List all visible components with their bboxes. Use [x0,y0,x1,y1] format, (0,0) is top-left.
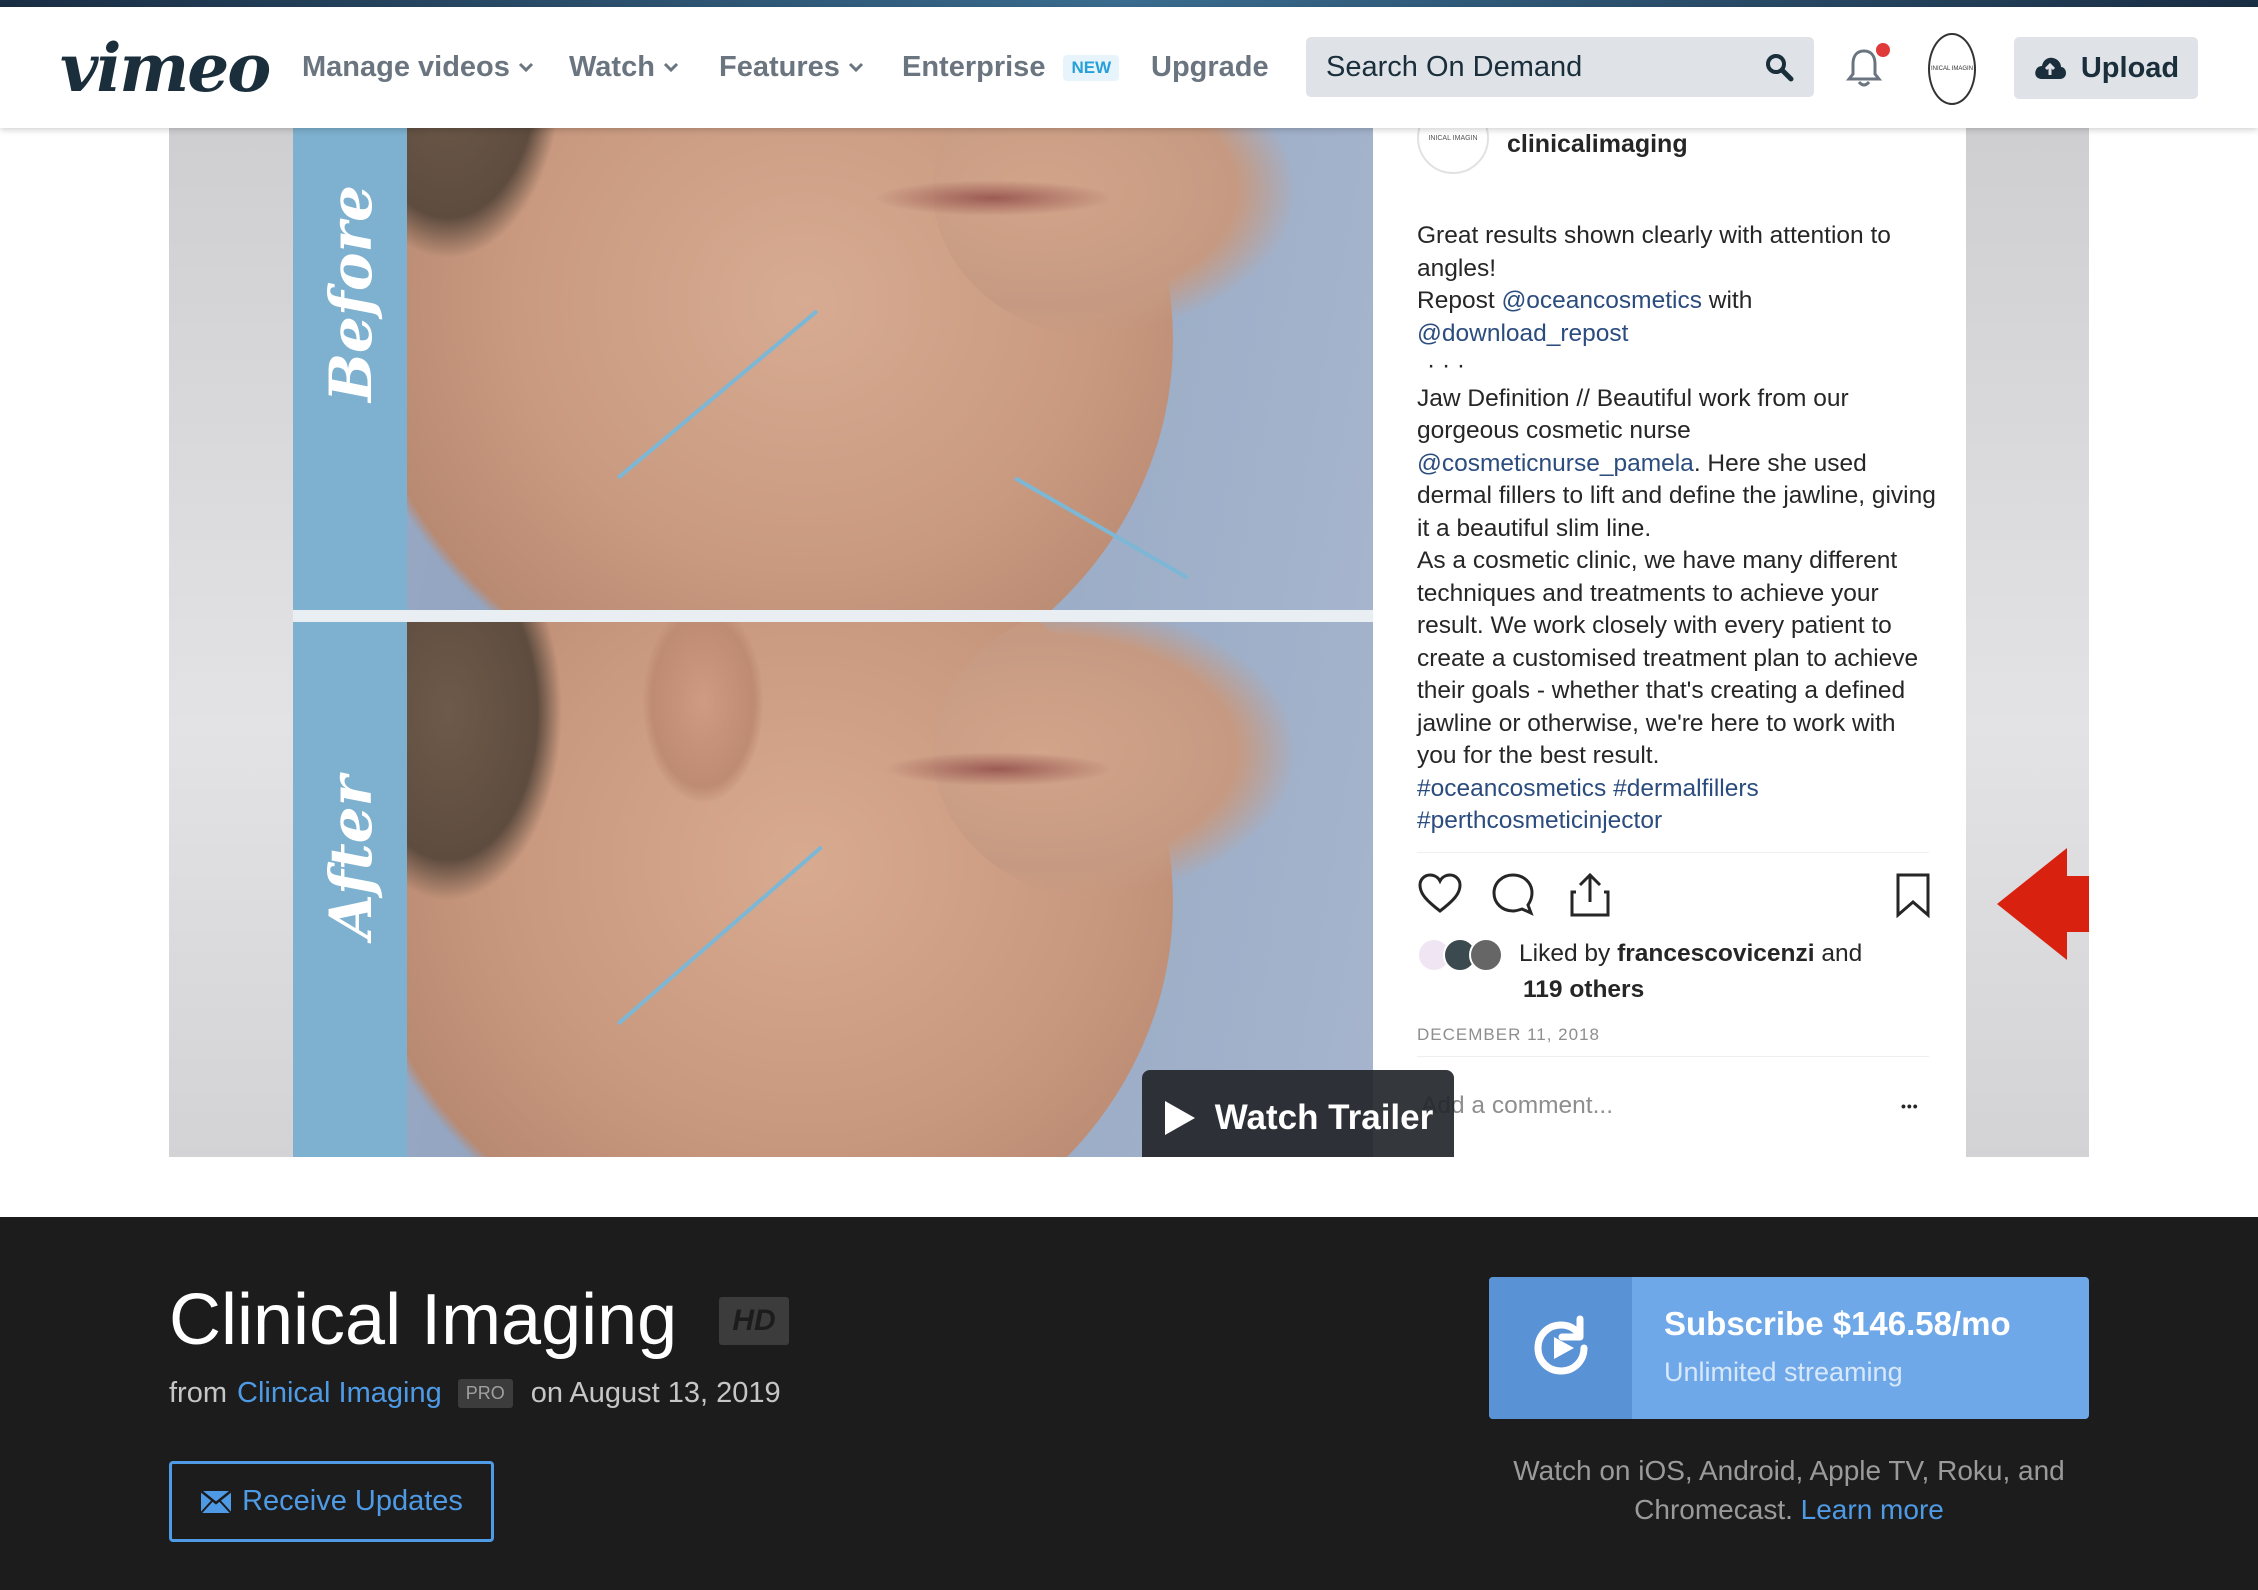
top-accent-stripe [0,0,2258,7]
upload-date: on August 13, 2019 [530,1377,781,1409]
red-arrow-annotation [1997,848,2089,960]
nav-label: Upgrade [1151,51,1269,83]
watch-trailer-button[interactable]: Watch Trailer [1142,1070,1454,1157]
new-badge: NEW [1063,54,1120,81]
avatar-text: INICAL IMAGIN [1930,66,1974,72]
mention-link[interactable]: @download_repost [1417,320,1628,347]
post-divider [1417,852,1929,853]
hd-badge: HD [719,1297,789,1345]
post-actions [1417,872,1931,922]
hashtag-links[interactable]: #oceancosmetics #dermalfillers #perthcos… [1417,773,1797,838]
nav-label: Enterprise [902,51,1046,83]
byline: from Clinical Imaging PRO on August 13, … [169,1377,781,1410]
search-input[interactable] [1326,50,1726,84]
post-date: DECEMBER 11, 2018 [1417,1025,1600,1044]
subscribe-texts: Subscribe $146.58/mo Unlimited streaming [1632,1277,2043,1419]
likes-text: Liked by francescovicenzi and 119 others [1519,936,1939,1008]
subscribe-icon-box [1489,1277,1632,1419]
nav-features[interactable]: Features [719,51,864,84]
receive-updates-button[interactable]: Receive Updates [169,1461,494,1542]
video-player[interactable]: Before After INICAL IMAGIN clinicalimagi… [169,80,2089,1157]
after-strip: After [293,622,407,1157]
nav-manage-videos[interactable]: Manage videos [302,51,534,84]
caption-paragraph: Jaw Definition // Beautiful work from ou… [1417,383,1937,546]
video-title: Clinical Imaging [169,1280,678,1360]
post-username[interactable]: clinicalimaging [1507,130,1688,159]
nav-label: Manage videos [302,51,510,83]
play-icon [1164,1101,1195,1135]
liker-avatar[interactable] [1469,938,1503,972]
share-icon[interactable] [1569,872,1611,918]
search-icon[interactable] [1764,52,1794,82]
caption-line: Great results shown clearly with attenti… [1417,222,1891,282]
liked-prefix: Liked by [1519,940,1618,967]
nav-label: Watch [569,51,655,83]
mention-link[interactable]: @cosmeticnurse_pamela [1417,450,1694,477]
subscribe-button[interactable]: Subscribe $146.58/mo Unlimited streaming [1489,1277,2089,1419]
byline-from: from [169,1377,227,1409]
post-caption: Great results shown clearly with attenti… [1417,220,1937,838]
caption-repost: Repost @oceancosmetics with [1417,285,1937,318]
heart-icon[interactable] [1417,872,1463,914]
caption-paragraph: As a cosmetic clinic, we have many diffe… [1417,547,1919,769]
more-options-icon[interactable]: ••• [1901,1098,1919,1114]
before-after-photo: Before After [293,80,1373,1157]
post-divider [1417,1056,1929,1057]
upload-label: Upload [2080,51,2180,84]
caption-text: Repost [1417,287,1502,314]
cloud-upload-icon [2035,57,2066,79]
nav-upgrade[interactable]: Upgrade [1151,51,1269,84]
nav-enterprise[interactable]: Enterprise NEW [902,51,1120,84]
instagram-post: INICAL IMAGIN clinicalimaging Great resu… [1373,80,1966,1157]
bookmark-icon[interactable] [1895,872,1931,918]
panel-separator [293,610,1373,622]
caption-dots: · · · [1427,352,1466,379]
caption-text: with [1701,287,1753,314]
avatar[interactable]: INICAL IMAGIN [1928,33,1976,105]
after-label: After [317,775,385,939]
vimeo-logo[interactable]: vimeo [60,29,271,107]
chevron-down-icon [848,62,863,72]
caption-text: Jaw Definition // Beautiful work from ou… [1417,384,1849,445]
receive-updates-label: Receive Updates [242,1485,463,1517]
notifications-button[interactable] [1845,43,1890,93]
refresh-play-icon [1533,1315,1587,1375]
platforms-label: Watch on iOS, Android, Apple TV, Roku, a… [1513,1455,2065,1525]
envelope-icon [200,1489,232,1514]
channel-link[interactable]: Clinical Imaging [237,1377,442,1410]
mention-link[interactable]: @oceancosmetics [1501,287,1702,314]
notification-dot [1876,43,1890,57]
nav-label: Features [719,51,840,83]
post-avatar-text: INICAL IMAGIN [1428,134,1478,142]
subscribe-title: Subscribe $146.58/mo [1664,1305,2011,1342]
chevron-down-icon [663,62,678,72]
before-label: Before [317,184,385,402]
top-navbar: vimeo Manage videos Watch Features Enter… [0,7,2258,128]
search-bar [1306,37,1814,97]
caption-repost-app: @download_repost [1417,318,1937,351]
lips-shape [873,180,1113,216]
platforms-text: Watch on iOS, Android, Apple TV, Roku, a… [1489,1451,2089,1529]
liked-user-link[interactable]: francescovicenzi [1617,940,1814,967]
learn-more-link[interactable]: Learn more [1801,1494,1944,1525]
video-info-section: Clinical Imaging HD from Clinical Imagin… [0,1217,2258,1590]
upload-button[interactable]: Upload [2014,37,2198,99]
subscribe-subtitle: Unlimited streaming [1664,1357,1903,1387]
comment-icon[interactable] [1491,872,1535,916]
before-strip: Before [293,80,407,610]
liked-suffix: and [1814,940,1863,967]
chevron-down-icon [518,62,533,72]
watch-trailer-label: Watch Trailer [1214,1098,1434,1137]
liked-others-link[interactable]: 119 others [1523,976,1644,1003]
before-panel: Before [293,80,1373,610]
lips-shape [883,752,1113,786]
nav-watch[interactable]: Watch [569,51,679,84]
pro-badge: PRO [457,1379,513,1408]
